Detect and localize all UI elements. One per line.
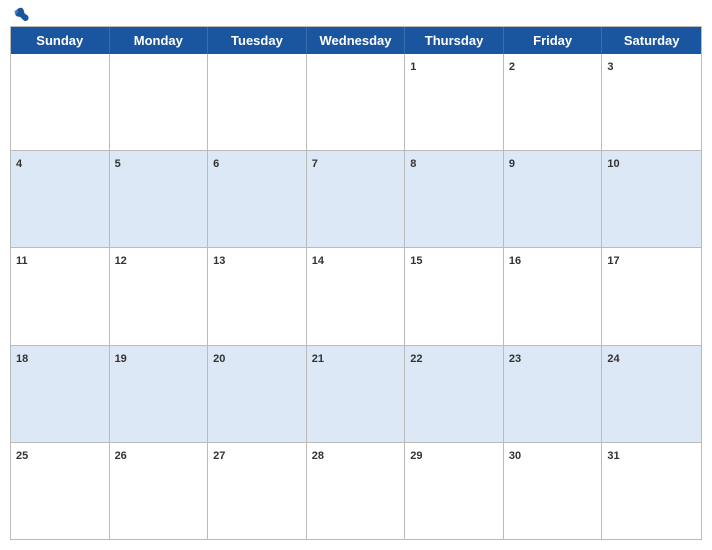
day-number: 23 [509,353,521,365]
day-cell: 11 [11,248,110,344]
day-number: 14 [312,255,324,267]
day-cell: 9 [504,151,603,247]
day-cell: 28 [307,443,406,539]
day-number: 13 [213,255,225,267]
day-header-friday: Friday [504,27,603,54]
day-number: 8 [410,158,416,170]
day-number: 30 [509,450,521,462]
day-cell: 26 [110,443,209,539]
day-cell: 13 [208,248,307,344]
day-cell: 2 [504,54,603,150]
day-cell [11,54,110,150]
day-cell: 22 [405,346,504,442]
week-row-4: 18 19 20 21 22 23 24 [11,345,701,442]
day-headers: SundayMondayTuesdayWednesdayThursdayFrid… [11,27,701,54]
week-row-2: 4 5 6 7 8 9 10 [11,150,701,247]
day-cell [307,54,406,150]
day-cell: 18 [11,346,110,442]
day-number: 20 [213,353,225,365]
day-cell: 1 [405,54,504,150]
day-number: 15 [410,255,422,267]
day-number: 3 [607,61,613,73]
day-cell: 16 [504,248,603,344]
day-header-thursday: Thursday [405,27,504,54]
day-cell [110,54,209,150]
day-number: 12 [115,255,127,267]
day-cell: 15 [405,248,504,344]
calendar-header [10,10,702,20]
day-number: 22 [410,353,422,365]
day-number: 9 [509,158,515,170]
day-cell: 21 [307,346,406,442]
day-number: 28 [312,450,324,462]
day-number: 26 [115,450,127,462]
day-header-sunday: Sunday [11,27,110,54]
day-number: 7 [312,158,318,170]
day-header-monday: Monday [110,27,209,54]
day-number: 27 [213,450,225,462]
day-number: 16 [509,255,521,267]
day-cell: 31 [602,443,701,539]
day-number: 6 [213,158,219,170]
day-cell: 5 [110,151,209,247]
day-number: 25 [16,450,28,462]
day-cell: 12 [110,248,209,344]
day-number: 2 [509,61,515,73]
day-cell: 6 [208,151,307,247]
day-number: 11 [16,255,28,267]
day-number: 31 [607,450,619,462]
day-cell: 4 [11,151,110,247]
calendar: SundayMondayTuesdayWednesdayThursdayFrid… [10,26,702,540]
day-cell: 3 [602,54,701,150]
day-number: 24 [607,353,619,365]
day-number: 29 [410,450,422,462]
day-cell: 29 [405,443,504,539]
week-row-1: 1 2 3 [11,54,701,150]
week-row-5: 25 26 27 28 29 30 31 [11,442,701,539]
day-cell: 17 [602,248,701,344]
day-header-wednesday: Wednesday [307,27,406,54]
day-cell: 10 [602,151,701,247]
day-number: 4 [16,158,22,170]
day-cell: 7 [307,151,406,247]
day-cell: 25 [11,443,110,539]
logo-bird-icon [12,6,30,24]
day-number: 17 [607,255,619,267]
day-cell: 24 [602,346,701,442]
weeks: 1234567891011121314151617181920212223242… [11,54,701,539]
week-row-3: 11 12 13 14 15 16 17 [11,247,701,344]
day-number: 1 [410,61,416,73]
day-number: 18 [16,353,28,365]
day-header-tuesday: Tuesday [208,27,307,54]
day-header-saturday: Saturday [602,27,701,54]
day-cell: 19 [110,346,209,442]
day-cell: 14 [307,248,406,344]
day-number: 10 [607,158,619,170]
day-number: 21 [312,353,324,365]
day-cell: 23 [504,346,603,442]
day-number: 19 [115,353,127,365]
day-cell: 20 [208,346,307,442]
day-cell: 30 [504,443,603,539]
day-cell [208,54,307,150]
logo [10,6,30,24]
day-cell: 27 [208,443,307,539]
day-number: 5 [115,158,121,170]
day-cell: 8 [405,151,504,247]
